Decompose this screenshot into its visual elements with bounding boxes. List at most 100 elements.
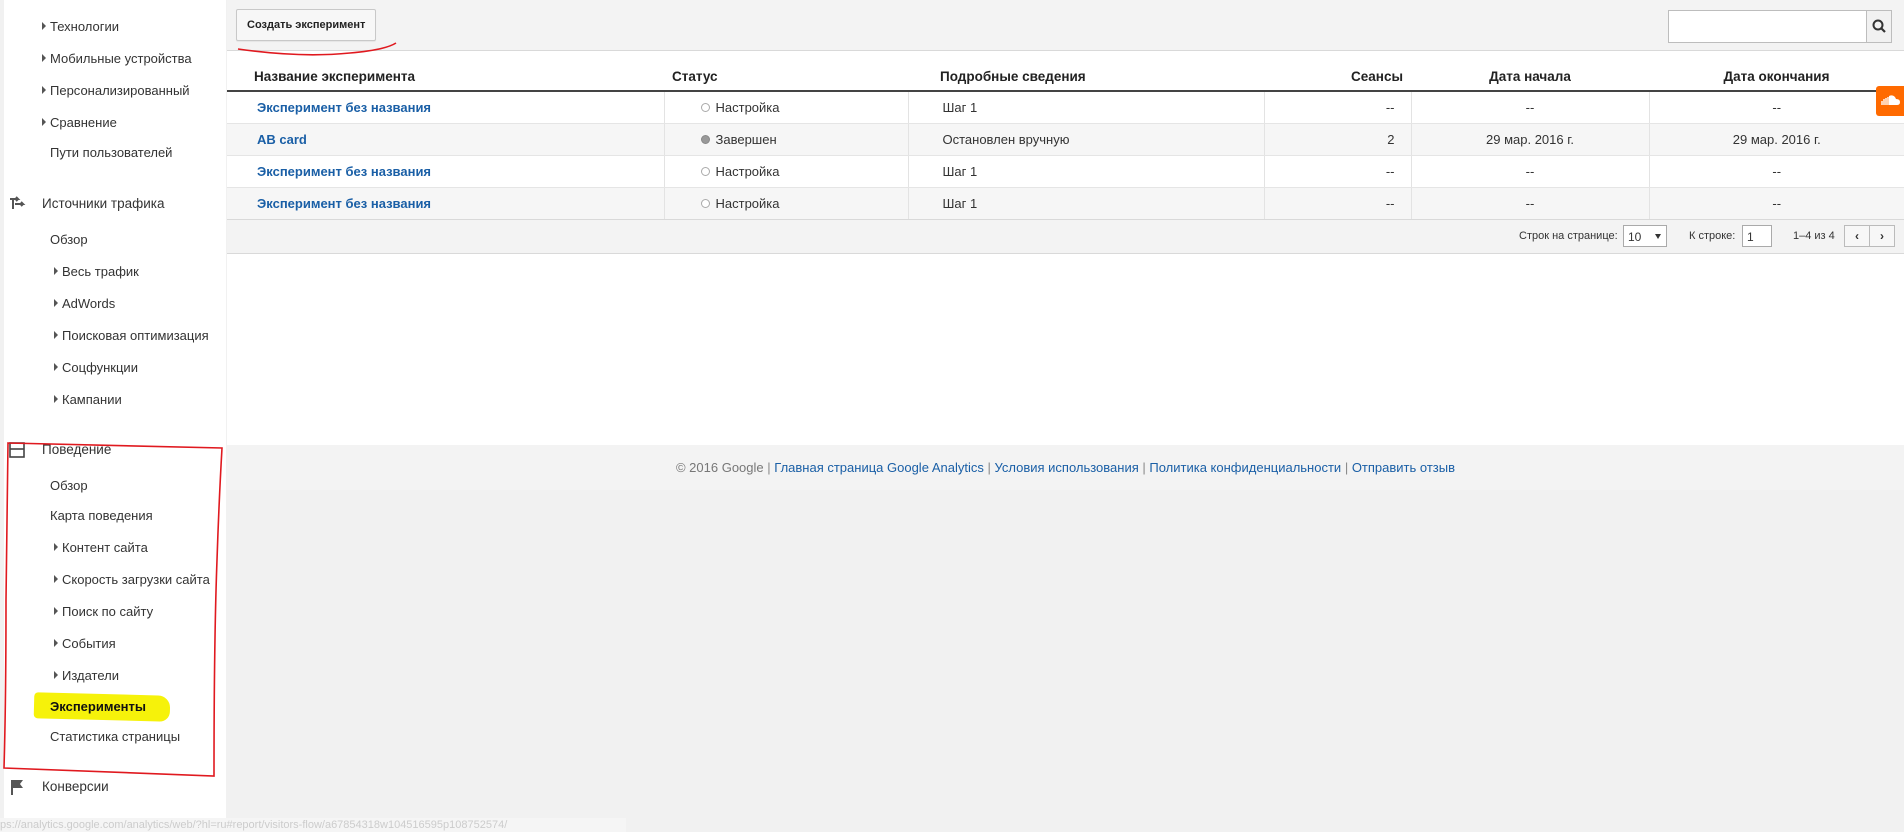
sidebar-item-all-traffic[interactable]: Весь трафик — [54, 264, 139, 279]
expand-arrow-icon — [54, 331, 58, 339]
expand-arrow-icon — [42, 54, 46, 62]
status-dot-icon — [700, 103, 710, 112]
sidebar-item-behavior-flow[interactable]: Карта поведения — [50, 508, 153, 523]
header-details[interactable]: Подробные сведения — [908, 63, 1264, 92]
sidebar-item-events[interactable]: События — [54, 636, 116, 651]
cell-sessions: 2 — [1264, 123, 1412, 156]
table-header-row: Название эксперимента Статус Подробные с… — [227, 63, 1904, 92]
cell-end-date: -- — [1649, 155, 1904, 188]
footer-link-home[interactable]: Главная страница Google Analytics — [774, 460, 984, 475]
cell-details: Остановлен вручную — [908, 123, 1265, 156]
cell-end-date: -- — [1649, 91, 1904, 124]
footer-link-privacy[interactable]: Политика конфиденциальности — [1149, 460, 1341, 475]
experiment-link[interactable]: Эксперимент без названия — [257, 196, 431, 211]
expand-arrow-icon — [54, 267, 58, 275]
expand-arrow-icon — [54, 607, 58, 615]
sidebar: Технологии Мобильные устройства Персонал… — [4, 0, 226, 832]
sidebar-item-traffic-overview[interactable]: Обзор — [50, 232, 88, 247]
copyright: © 2016 Google — [675, 460, 764, 475]
table-row[interactable]: AB card Завершен Остановлен вручную 2 29 мар… — [227, 123, 1904, 156]
cell-start-date: -- — [1411, 187, 1650, 220]
soundcloud-widget[interactable] — [1876, 86, 1904, 116]
table-row[interactable]: Эксперимент без названия Настройка Шаг 1 --… — [227, 155, 1904, 188]
cell-end-date: -- — [1649, 187, 1904, 220]
cell-status: Настройка — [664, 91, 909, 124]
sidebar-item-in-page-analytics[interactable]: Статистика страницы — [50, 729, 180, 744]
chevron-left-icon: ‹ — [1855, 229, 1859, 243]
rows-per-page-label: Строк на странице: — [1519, 230, 1618, 242]
expand-arrow-icon — [54, 395, 58, 403]
experiments-table: Название эксперимента Статус Подробные с… — [227, 63, 1904, 220]
toolbar: Создать эксперимент — [227, 0, 1904, 51]
sidebar-item-users-flow[interactable]: Пути пользователей — [50, 145, 172, 160]
sidebar-item-behavior-overview[interactable]: Обзор — [50, 478, 88, 493]
cell-start-date: -- — [1411, 91, 1650, 124]
search-icon — [1872, 19, 1886, 33]
rows-per-page-select[interactable]: 10 — [1623, 225, 1667, 247]
header-status[interactable]: Статус — [664, 63, 908, 92]
table-row[interactable]: Эксперимент без названия Настройка Шаг 1 --… — [227, 187, 1904, 220]
cell-end-date: 29 мар. 2016 г. — [1649, 123, 1904, 156]
sidebar-item-technology[interactable]: Технологии — [42, 19, 119, 34]
sidebar-item-social[interactable]: Соцфункции — [54, 360, 138, 375]
sidebar-item-site-speed[interactable]: Скорость загрузки сайта — [54, 572, 210, 587]
footer-link-terms[interactable]: Условия использования — [994, 460, 1138, 475]
table-row[interactable]: Эксперимент без названия Настройка Шаг 1 --… — [227, 91, 1904, 124]
sidebar-section-traffic[interactable]: Источники трафика — [42, 196, 164, 211]
conversions-flag-icon — [11, 780, 23, 795]
chevron-down-icon — [1655, 234, 1661, 239]
experiment-link[interactable]: Эксперимент без названия — [257, 100, 431, 115]
experiment-link[interactable]: AB card — [257, 132, 307, 147]
header-experiment-name[interactable]: Название эксперимента — [227, 63, 664, 92]
next-page-button[interactable]: › — [1869, 225, 1895, 247]
experiment-link[interactable]: Эксперимент без названия — [257, 164, 431, 179]
cell-sessions: -- — [1264, 91, 1412, 124]
cell-details: Шаг 1 — [908, 91, 1265, 124]
cell-experiment-name: AB card — [227, 123, 665, 156]
sidebar-item-benchmarking[interactable]: Сравнение — [42, 115, 117, 130]
expand-arrow-icon — [42, 118, 46, 126]
cell-experiment-name: Эксперимент без названия — [227, 155, 665, 188]
sidebar-item-publisher[interactable]: Издатели — [54, 668, 119, 683]
footer-link-feedback[interactable]: Отправить отзыв — [1352, 460, 1455, 475]
cell-sessions: -- — [1264, 187, 1412, 220]
expand-arrow-icon — [54, 299, 58, 307]
sidebar-item-site-search[interactable]: Поиск по сайту — [54, 604, 153, 619]
sidebar-item-site-content[interactable]: Контент сайта — [54, 540, 148, 555]
cell-details: Шаг 1 — [908, 155, 1265, 188]
footer: © 2016 Google | Главная страница Google … — [227, 445, 1904, 490]
sidebar-item-seo[interactable]: Поисковая оптимизация — [54, 328, 209, 343]
expand-arrow-icon — [54, 363, 58, 371]
sidebar-item-campaigns[interactable]: Кампании — [54, 392, 122, 407]
cell-details: Шаг 1 — [908, 187, 1265, 220]
sidebar-section-conversions[interactable]: Конверсии — [42, 779, 109, 794]
cell-sessions: -- — [1264, 155, 1412, 188]
sidebar-section-behavior[interactable]: Поведение — [42, 442, 111, 457]
expand-arrow-icon — [54, 639, 58, 647]
sidebar-item-custom[interactable]: Персонализированный — [42, 83, 190, 98]
search-input[interactable] — [1668, 10, 1892, 43]
status-bar-url: ps://analytics.google.com/analytics/web/… — [0, 818, 626, 832]
expand-arrow-icon — [54, 543, 58, 551]
header-end-date[interactable]: Дата окончания — [1649, 63, 1904, 92]
cell-experiment-name: Эксперимент без названия — [227, 187, 665, 220]
page-range: 1–4 из 4 — [1793, 230, 1835, 242]
sidebar-item-experiments[interactable]: Эксперименты — [50, 699, 146, 714]
goto-row-label: К строке: — [1689, 230, 1736, 242]
sidebar-item-adwords[interactable]: AdWords — [54, 296, 115, 311]
prev-page-button[interactable]: ‹ — [1844, 225, 1870, 247]
search-button[interactable] — [1866, 11, 1891, 42]
pagination-bar: Строк на странице: 10 К строке: 1 1–4 из… — [227, 219, 1904, 254]
header-sessions[interactable]: Сеансы — [1264, 63, 1411, 92]
main-panel: Создать эксперимент Название эксперимент… — [227, 0, 1904, 445]
behavior-icon — [9, 442, 25, 458]
create-experiment-button[interactable]: Создать эксперимент — [236, 9, 377, 41]
cell-status: Завершен — [664, 123, 909, 156]
cell-experiment-name: Эксперимент без названия — [227, 91, 665, 124]
header-start-date[interactable]: Дата начала — [1411, 63, 1649, 92]
sidebar-item-mobile[interactable]: Мобильные устройства — [42, 51, 192, 66]
goto-row-input[interactable]: 1 — [1742, 225, 1772, 247]
cell-status: Настройка — [664, 155, 909, 188]
expand-arrow-icon — [42, 22, 46, 30]
expand-arrow-icon — [42, 86, 46, 94]
